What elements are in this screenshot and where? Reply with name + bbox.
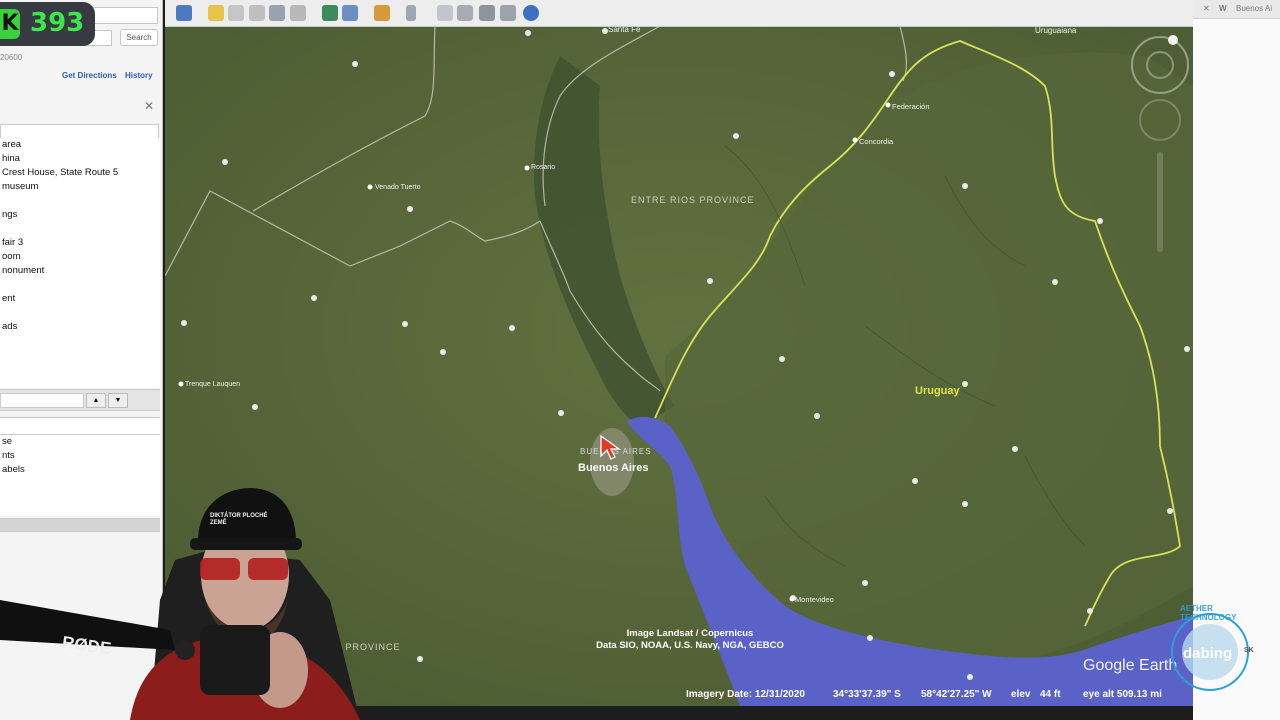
status-bar: Imagery Date: 12/31/2020 34°33'37.39" S …: [540, 686, 1193, 706]
place-item[interactable]: [0, 306, 160, 320]
imagery-attribution: Image Landsat / Copernicus Data SIO, NOA…: [555, 628, 825, 652]
print-icon[interactable]: [457, 5, 473, 21]
move-down-icon[interactable]: ▼: [108, 393, 128, 408]
label-santa-fe: Santa Fe: [608, 26, 641, 34]
place-item[interactable]: oom: [0, 250, 160, 264]
label-trenque-lauquen: Trenque Lauquen: [185, 381, 241, 388]
places-filter-input[interactable]: [0, 393, 84, 408]
sidebar-toggle-icon[interactable]: [176, 5, 192, 21]
places-list: area hina Crest House, State Route 5 mus…: [0, 138, 160, 388]
layers-header: [0, 417, 160, 435]
tab-title: Buenos Ai: [1236, 4, 1273, 13]
path-icon[interactable]: [249, 5, 265, 21]
tab-close-icon[interactable]: ✕: [1203, 4, 1210, 13]
label-federacion: Federación: [892, 102, 930, 111]
badge-letter: K: [0, 9, 20, 39]
place-item[interactable]: hina: [0, 152, 160, 166]
wikipedia-icon: W: [1219, 4, 1227, 13]
label-concordia: Concordia: [859, 137, 894, 146]
search-button[interactable]: Search: [120, 29, 158, 46]
attribution-line1: Image Landsat / Copernicus: [626, 628, 754, 639]
badge-count: 393: [30, 8, 85, 38]
place-item[interactable]: nonument: [0, 264, 160, 278]
webcam-overlay: [0, 488, 360, 720]
layer-item[interactable]: nts: [0, 449, 160, 463]
place-item[interactable]: ngs: [0, 208, 160, 222]
label-uruguay: Uruguay: [915, 385, 960, 397]
view-in-maps-icon[interactable]: [500, 5, 516, 21]
channel-name: dabing: [1183, 645, 1233, 662]
planets-icon[interactable]: [374, 5, 390, 21]
viewer-count-badge: K 393: [0, 2, 95, 46]
place-item[interactable]: ads: [0, 320, 160, 334]
save-image-icon[interactable]: [479, 5, 495, 21]
navigation-compass-icon[interactable]: [1127, 32, 1191, 272]
label-montevideo: Montevideo: [795, 595, 834, 604]
placemark-icon[interactable]: [208, 5, 224, 21]
label-rosario: Rosario: [531, 164, 556, 171]
place-item[interactable]: museum: [0, 180, 160, 194]
label-buenos-aires: Buenos Aires: [578, 462, 649, 474]
layer-item[interactable]: abels: [0, 463, 160, 477]
close-icon[interactable]: ✕: [144, 99, 154, 113]
elevation-label: elev: [1011, 689, 1031, 700]
places-footer: ▲ ▼: [0, 389, 160, 411]
polygon-icon[interactable]: [228, 5, 244, 21]
overlay-icon[interactable]: [269, 5, 285, 21]
tour-icon[interactable]: [290, 5, 306, 21]
channel-suffix: SK: [1244, 647, 1254, 654]
sun-icon[interactable]: [342, 5, 358, 21]
place-item[interactable]: [0, 278, 160, 292]
toolbar: [165, 0, 1193, 27]
place-item[interactable]: ent: [0, 292, 160, 306]
move-up-icon[interactable]: ▲: [86, 393, 106, 408]
eye-altitude: eye alt 509.13 mi: [1083, 689, 1162, 700]
historical-imagery-icon[interactable]: [322, 5, 338, 21]
earth-icon[interactable]: [523, 5, 539, 21]
label-venado-tuerto: Venado Tuerto: [375, 184, 421, 191]
attribution-line2: Data SIO, NOAA, U.S. Navy, NGA, GEBCO: [596, 640, 784, 651]
layer-item[interactable]: se: [0, 435, 160, 449]
place-item[interactable]: Crest House, State Route 5: [0, 166, 160, 180]
zip-text: 20600: [0, 53, 23, 62]
channel-ring-text: AETHER TECHNOLOGY: [1180, 604, 1237, 622]
email-icon[interactable]: [437, 5, 453, 21]
mouse-cursor-icon: [600, 434, 622, 460]
label-entre-rios: ENTRE RIOS PROVINCE: [631, 195, 755, 205]
history-link[interactable]: History: [125, 71, 153, 80]
browser-tab[interactable]: ✕ W Buenos Ai: [1193, 0, 1280, 19]
ruler-icon[interactable]: [406, 5, 416, 21]
label-uruguaiana: Uruguaiana: [1035, 26, 1077, 35]
imagery-date: Imagery Date: 12/31/2020: [686, 689, 805, 700]
place-item[interactable]: [0, 222, 160, 236]
cap-text: DIKTÁTOR PLOCHÉ ZEMĚ: [210, 513, 268, 526]
place-item[interactable]: area: [0, 138, 160, 152]
place-item[interactable]: [0, 194, 160, 208]
place-item[interactable]: fair 3: [0, 236, 160, 250]
elevation-value: 44 ft: [1040, 689, 1061, 700]
get-directions-link[interactable]: Get Directions: [62, 71, 117, 80]
longitude: 58°42'27.25" W: [921, 689, 992, 700]
latitude: 34°33'37.39" S: [833, 689, 901, 700]
